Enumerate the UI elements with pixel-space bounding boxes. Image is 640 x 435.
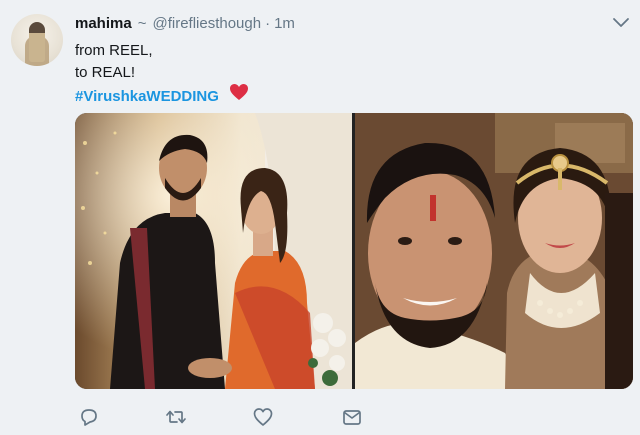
- timestamp[interactable]: 1m: [274, 15, 295, 32]
- display-name[interactable]: mahima: [75, 15, 132, 32]
- avatar-figure-head: [29, 22, 45, 62]
- header-separator: ·: [265, 15, 271, 32]
- tweet-header: mahima ~ @firefliesthough · 1m: [75, 15, 295, 35]
- tweet-actions: [75, 406, 375, 428]
- tweet-card[interactable]: mahima ~ @firefliesthough · 1m from REEL…: [0, 0, 640, 435]
- couple-selfie-right[interactable]: [355, 113, 633, 389]
- tweet-text: from REEL, to REAL! #VirushkaWEDDING: [75, 40, 249, 108]
- user-handle[interactable]: @firefliesthough: [152, 15, 261, 32]
- couple-selfie-right-illustration: [355, 113, 633, 389]
- red-heart-icon: [230, 84, 249, 100]
- couple-photo-left-illustration: [75, 113, 352, 389]
- chevron-down-icon[interactable]: [612, 16, 630, 30]
- like-icon[interactable]: [252, 406, 274, 428]
- media-grid[interactable]: [75, 113, 633, 389]
- avatar[interactable]: [11, 14, 63, 66]
- hashtag-link[interactable]: #VirushkaWEDDING: [75, 88, 219, 105]
- hashtag-line: #VirushkaWEDDING: [75, 83, 249, 108]
- retweet-icon[interactable]: [165, 406, 187, 428]
- name-suffix: ~: [137, 15, 147, 32]
- reply-icon[interactable]: [78, 406, 100, 428]
- tweet-line: to REAL!: [75, 63, 136, 81]
- couple-photo-left[interactable]: [75, 113, 352, 389]
- tweet-line: from REEL,: [75, 42, 153, 59]
- direct-message-icon[interactable]: [341, 406, 363, 428]
